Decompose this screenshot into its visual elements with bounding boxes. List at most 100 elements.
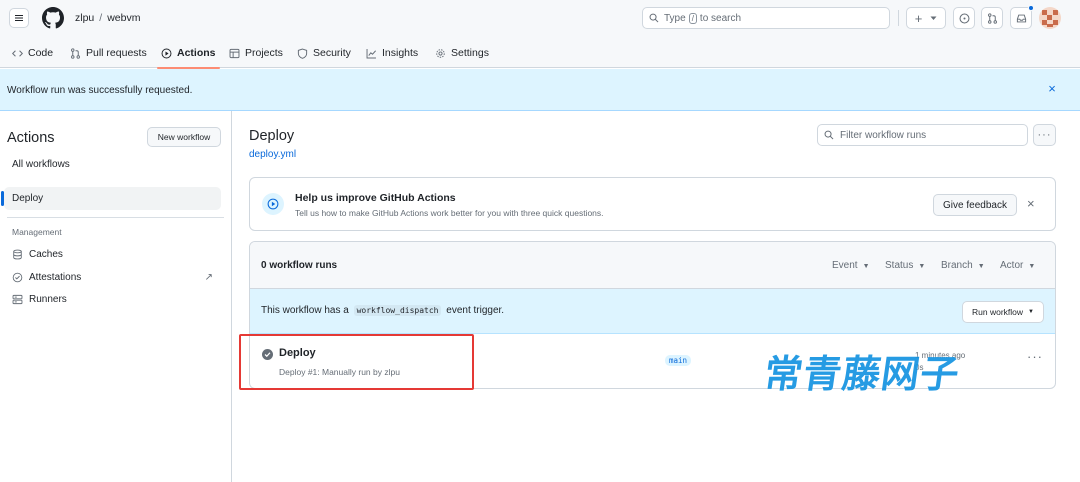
plus-icon: + <box>914 10 923 26</box>
kebab-horizontal-icon[interactable]: ··· <box>1033 124 1056 146</box>
dispatch-text-before: This workflow has a <box>261 305 349 316</box>
feedback-subtitle: Tell us how to make GitHub Actions work … <box>295 208 604 218</box>
dispatch-code: workflow_dispatch <box>353 305 442 316</box>
new-workflow-button[interactable]: New workflow <box>147 127 221 147</box>
git-pull-request-icon <box>71 47 80 59</box>
chevron-down-icon <box>930 16 937 20</box>
tab-code-label: Code <box>28 47 54 59</box>
kebab-horizontal-icon[interactable]: ··· <box>1027 349 1043 364</box>
sidebar-item-label: Runners <box>29 294 67 305</box>
dispatch-text: This workflow has a workflow_dispatch ev… <box>261 305 504 316</box>
repo-nav: Code Pull requests Actions Projects Secu… <box>0 38 1080 69</box>
github-logo-icon[interactable] <box>42 7 64 29</box>
tab-pull-requests-label: Pull requests <box>86 47 147 59</box>
filter-label: Status <box>885 260 914 271</box>
graph-icon <box>366 48 376 58</box>
page-title: Deploy <box>249 128 295 144</box>
tab-insights[interactable]: Insights <box>366 38 418 68</box>
tab-security-label: Security <box>313 47 351 59</box>
triangle-down-icon: ▼ <box>1028 263 1036 270</box>
feedback-title: Help us improve GitHub Actions <box>295 192 456 204</box>
play-icon <box>161 48 172 58</box>
sidebar: Actions New workflow All workflows Deplo… <box>0 111 232 482</box>
sidebar-item-caches[interactable]: Caches <box>4 243 221 266</box>
search-suffix: to search <box>699 12 742 24</box>
triangle-down-icon: ▼ <box>977 263 985 270</box>
sidebar-title: Actions <box>7 130 55 146</box>
search-icon <box>649 13 659 23</box>
annotation-highlight-box <box>239 334 474 390</box>
filter-status-dropdown[interactable]: Status ▼ <box>885 260 925 271</box>
gear-icon <box>436 48 445 58</box>
tab-actions[interactable]: Actions <box>157 38 220 69</box>
create-new-button[interactable]: + <box>906 7 946 29</box>
sidebar-item-attestations[interactable]: Attestations ↗ <box>4 266 221 289</box>
sidebar-divider <box>7 217 224 218</box>
watermark: 常青藤网子 <box>761 352 963 396</box>
give-feedback-button[interactable]: Give feedback <box>933 194 1017 216</box>
git-pull-request-icon <box>987 12 997 24</box>
dispatch-banner: This workflow has a workflow_dispatch ev… <box>250 289 1055 334</box>
branch-badge[interactable]: main <box>665 355 692 366</box>
filter-runs-input[interactable]: Filter workflow runs <box>817 124 1028 146</box>
sidebar-group-management: Management <box>12 227 62 237</box>
shield-icon <box>297 48 308 59</box>
global-header: zlpu / webvm Type / to search + Code Pul… <box>0 0 1080 69</box>
search-shortcut-key: / <box>688 12 697 24</box>
tab-security[interactable]: Security <box>297 38 351 68</box>
pull-requests-button[interactable] <box>981 7 1003 29</box>
workflow-file-link[interactable]: deploy.yml <box>249 149 296 160</box>
sidebar-item-label: Caches <box>29 249 63 260</box>
inbox-icon <box>1016 14 1026 22</box>
verified-icon <box>12 272 23 283</box>
filter-actor-dropdown[interactable]: Actor ▼ <box>1000 260 1035 271</box>
filter-label: Event <box>832 260 858 271</box>
inbox-button[interactable] <box>1010 5 1034 29</box>
filter-label: Actor <box>1000 260 1024 271</box>
filter-branch-dropdown[interactable]: Branch ▼ <box>941 260 985 271</box>
runs-count: 0 workflow runs <box>261 260 338 271</box>
close-icon[interactable]: × <box>1027 196 1035 211</box>
notification-dot-icon <box>1028 5 1034 11</box>
filter-event-dropdown[interactable]: Event ▼ <box>832 260 870 271</box>
database-icon <box>13 249 22 260</box>
breadcrumb-repo[interactable]: webvm <box>107 12 140 24</box>
breadcrumb-separator: / <box>99 12 103 24</box>
tab-actions-label: Actions <box>177 47 216 59</box>
tab-projects-label: Projects <box>245 47 283 59</box>
avatar[interactable] <box>1039 7 1061 29</box>
tab-pull-requests[interactable]: Pull requests <box>70 38 147 68</box>
sidebar-item-label: Attestations <box>29 272 82 283</box>
hamburger-icon <box>15 15 23 21</box>
tab-code[interactable]: Code <box>12 38 53 68</box>
search-icon <box>824 130 834 140</box>
menu-button[interactable] <box>9 8 29 28</box>
tab-settings-label: Settings <box>451 47 489 59</box>
runs-header: 0 workflow runs Event ▼ Status ▼ Branch ▼ A… <box>250 242 1055 289</box>
run-workflow-label: Run workflow <box>972 307 1024 317</box>
sidebar-item-all-workflows[interactable]: All workflows <box>4 153 221 176</box>
flash-message: Workflow run was successfully requested. <box>7 85 193 96</box>
code-icon <box>12 49 23 57</box>
flash-banner: Workflow run was successfully requested.… <box>0 69 1080 111</box>
play-icon <box>262 193 284 215</box>
sidebar-item-runners[interactable]: Runners <box>4 288 221 311</box>
triangle-down-icon: ▼ <box>1028 309 1034 315</box>
feedback-banner: Help us improve GitHub Actions Tell us h… <box>249 177 1056 231</box>
close-icon[interactable]: × <box>1045 82 1059 96</box>
dispatch-text-after: event trigger. <box>446 305 505 316</box>
breadcrumb-owner[interactable]: zlpu <box>75 12 94 24</box>
tab-projects[interactable]: Projects <box>229 38 283 68</box>
sidebar-item-deploy[interactable]: Deploy <box>1 187 221 210</box>
triangle-down-icon: ▼ <box>862 263 870 270</box>
table-icon <box>229 48 240 58</box>
tab-insights-label: Insights <box>382 47 419 59</box>
filter-placeholder: Filter workflow runs <box>840 129 927 141</box>
search-input[interactable]: Type / to search <box>642 7 890 29</box>
header-divider <box>898 10 899 26</box>
server-icon <box>12 294 23 305</box>
breadcrumb: zlpu / webvm <box>75 12 140 24</box>
tab-settings[interactable]: Settings <box>435 38 489 68</box>
issues-button[interactable] <box>953 7 975 29</box>
run-workflow-button[interactable]: Run workflow ▼ <box>962 301 1044 323</box>
